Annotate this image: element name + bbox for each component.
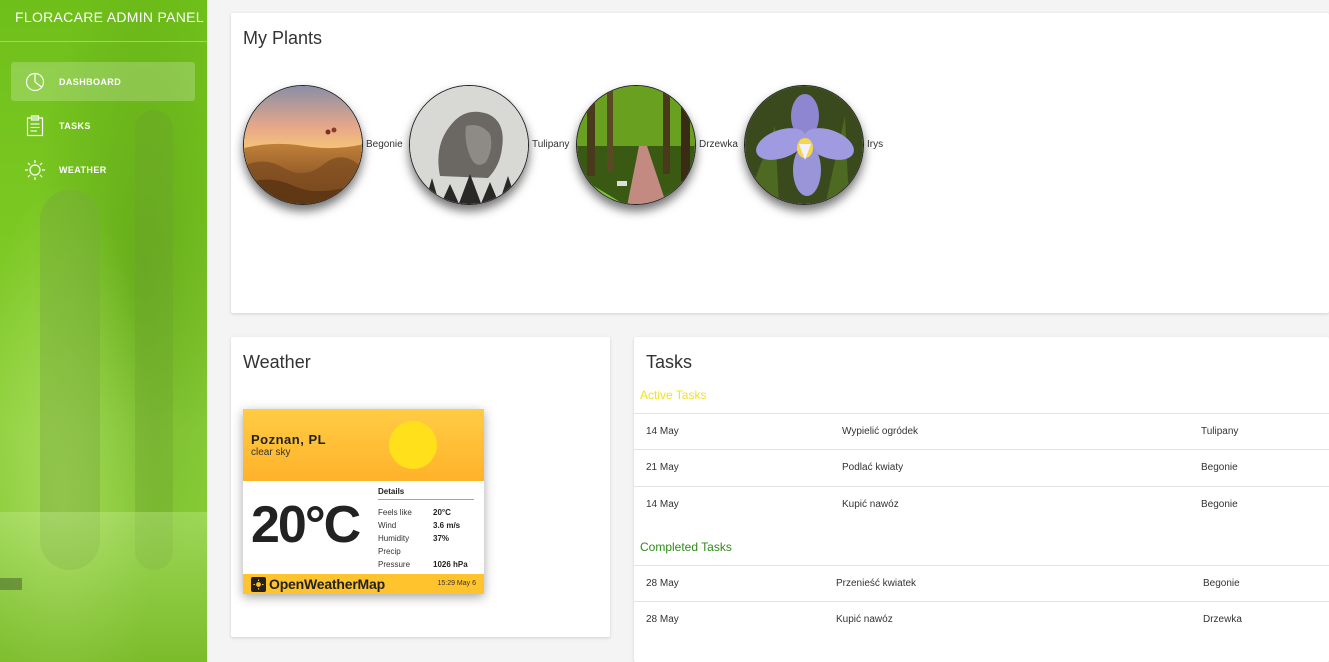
detail-value: 1026 hPa [433,560,468,569]
weather-details-title: Details [378,487,474,500]
task-description: Kupić nawóz [836,614,893,625]
plant-name: Begonie [366,138,403,150]
task-description: Podlać kwiaty [842,462,904,473]
plant-image-portrait[interactable] [409,85,529,205]
detail-label: Wind [378,521,397,530]
task-date: 28 May [646,578,679,589]
card-title: My Plants [243,28,323,48]
sidebar-background-bench [0,578,22,590]
task-plant: Drzewka [1203,614,1242,625]
plant-item-irys[interactable]: Irys [744,85,883,205]
sidebar-nav: DASHBOARD TASKS WEATHER [11,62,195,194]
task-plant: Begonie [1203,578,1240,589]
weather-card: Weather Poznan, PL clear sky 20°C Detail… [231,337,610,637]
table-row[interactable]: 21 May Podlać kwiaty Begonie [634,449,1329,485]
weather-widget-footer: OpenWeatherMap 15:29 May 6 [243,574,484,594]
detail-label: Precip [378,547,401,556]
clipboard-icon [24,114,46,137]
plant-image-park[interactable] [576,85,696,205]
table-row[interactable]: 14 May Wypielić ogródek Tulipany [634,413,1329,449]
task-description: Wypielić ogródek [842,426,919,437]
sidebar-item-label: WEATHER [59,164,107,175]
weather-detail-row: Feels like 20°C [378,506,478,519]
weather-widget-header: Poznan, PL clear sky [243,409,484,481]
detail-value: 37% [433,534,450,543]
plant-item-drzewka[interactable]: Drzewka [576,85,738,205]
completed-tasks-label: Completed Tasks [640,540,732,554]
detail-label: Pressure [378,560,411,569]
detail-label: Humidity [378,534,410,543]
plant-image-iris[interactable] [744,85,864,205]
weather-detail-row: Wind 3.6 m/s [378,519,478,532]
plant-name: Tulipany [532,138,570,150]
task-description: Kupić nawóz [842,499,899,510]
table-row[interactable]: 28 May Kupić nawóz Drzewka [634,601,1329,637]
card-title: Weather [243,352,311,372]
task-description: Przenieść kwiatek [836,578,917,589]
detail-label: Feels like [378,508,412,517]
tasks-card: Tasks Active Tasks 14 May Wypielić ogród… [634,337,1329,662]
pie-chart-icon [24,71,46,93]
openweathermap-brand[interactable]: OpenWeatherMap [269,576,385,592]
plant-item-tulipany[interactable]: Tulipany [409,85,569,205]
plant-image-balloons[interactable] [243,85,363,205]
weather-detail-row: Pressure 1026 hPa [378,558,478,571]
weather-city: Poznan, PL [251,432,327,447]
my-plants-card: My Plants Begonie Tulipany Drzewka Irys [231,13,1329,313]
task-plant: Begonie [1201,499,1238,510]
task-plant: Tulipany [1201,426,1239,437]
task-date: 21 May [646,462,679,473]
weather-widget[interactable]: Poznan, PL clear sky 20°C Details Feels … [243,409,484,594]
task-date: 14 May [646,499,679,510]
plant-name: Drzewka [699,138,738,150]
table-row[interactable]: 28 May Przenieść kwiatek Begonie [634,565,1329,601]
table-row[interactable]: 14 May Kupić nawóz Begonie [634,486,1329,522]
plant-name: Irys [867,138,884,150]
sidebar-item-label: DASHBOARD [59,76,122,87]
task-date: 28 May [646,614,679,625]
plant-item-begonie[interactable]: Begonie [243,85,403,205]
sun-icon [389,421,437,469]
sidebar-item-weather[interactable]: WEATHER [11,150,195,189]
weather-timestamp: 15:29 May 6 [437,580,476,587]
detail-value: 20°C [433,508,451,517]
app-title: FLORACARE ADMIN PANEL [0,0,207,42]
weather-details: Feels like 20°C Wind 3.6 m/s Humidity 37… [378,506,478,571]
weather-description: clear sky [251,447,291,458]
task-date: 14 May [646,426,679,437]
weather-detail-row: Humidity 37% [378,532,478,545]
weather-detail-row: Precip [378,545,478,558]
active-tasks-label: Active Tasks [640,388,707,402]
sidebar-background-ground [0,512,207,662]
weather-temperature: 20°C [251,496,361,554]
task-plant: Begonie [1201,462,1238,473]
sidebar-item-dashboard[interactable]: DASHBOARD [11,62,195,101]
card-title: Tasks [646,352,693,372]
sidebar-item-label: TASKS [59,120,91,131]
sidebar-item-tasks[interactable]: TASKS [11,106,195,145]
detail-value: 3.6 m/s [433,521,461,530]
openweathermap-logo-icon [251,576,266,592]
sun-icon [24,159,46,181]
sidebar: FLORACARE ADMIN PANEL DASHBOARD TASKS WE… [0,0,207,662]
